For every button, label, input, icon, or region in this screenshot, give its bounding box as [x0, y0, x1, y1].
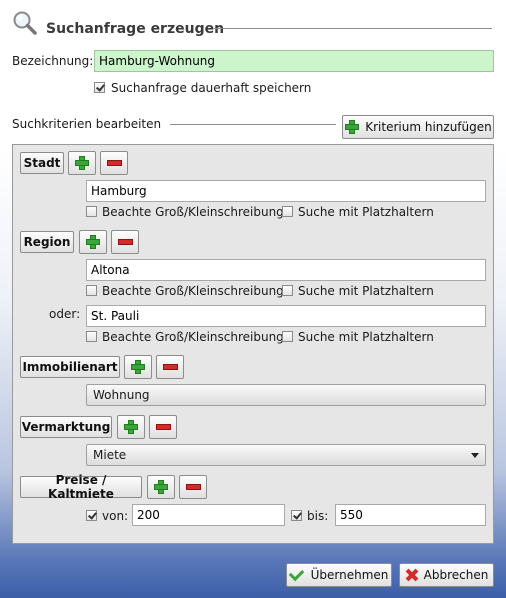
region-1-case-label: Beachte Groß/Kleinschreibung [102, 284, 284, 298]
vermarktung-remove-button[interactable] [149, 415, 177, 439]
price-from-checkbox[interactable] [86, 510, 97, 521]
region-input-1[interactable] [86, 259, 486, 281]
cancel-label: Abbrechen [423, 568, 489, 582]
stadt-input[interactable] [86, 180, 486, 202]
plus-icon [85, 234, 101, 250]
cancel-button[interactable]: Abbrechen [399, 563, 494, 587]
region-remove-button[interactable] [111, 230, 139, 254]
name-input[interactable] [94, 50, 494, 72]
plus-icon [74, 155, 90, 171]
region-input-2[interactable] [86, 305, 486, 327]
region-1-wildcard-label: Suche mit Platzhaltern [298, 284, 434, 298]
criterion-preise-button[interactable]: Preise / Kaltmiete [20, 473, 142, 501]
apply-button[interactable]: Übernehmen [286, 563, 392, 587]
criteria-section-title: Suchkriterien bearbeiten [12, 117, 162, 131]
apply-label: Übernehmen [310, 568, 389, 582]
price-from-input[interactable] [132, 504, 285, 526]
minus-icon [162, 364, 178, 370]
price-to-input[interactable] [335, 504, 486, 526]
plus-icon [130, 359, 146, 375]
plus-icon [123, 419, 139, 435]
preise-remove-button[interactable] [179, 475, 207, 499]
stadt-wildcard-label: Suche mit Platzhaltern [298, 205, 434, 219]
region-2-case-checkbox[interactable] [86, 331, 97, 342]
minus-icon [185, 484, 201, 490]
save-permanently-label: Suchanfrage dauerhaft speichern [111, 81, 312, 95]
region-1-wildcard-checkbox[interactable] [282, 285, 293, 296]
vermarktung-select[interactable]: Miete [86, 444, 486, 466]
immobilienart-select[interactable]: Wohnung [86, 384, 486, 406]
price-to-label: bis: [307, 509, 329, 523]
page-title: Suchanfrage erzeugen [46, 21, 225, 37]
region-2-wildcard-label: Suche mit Platzhaltern [298, 330, 434, 344]
criterion-stadt-button[interactable]: Stadt [20, 152, 64, 174]
close-icon [405, 568, 419, 582]
preise-add-button[interactable] [147, 475, 175, 499]
stadt-case-checkbox[interactable] [86, 206, 97, 217]
plus-icon [153, 479, 169, 495]
region-1-case-checkbox[interactable] [86, 285, 97, 296]
criterion-immobilienart-button[interactable]: Immobilienart [20, 356, 120, 378]
vermarktung-add-button[interactable] [117, 415, 145, 439]
save-permanently-checkbox[interactable] [94, 82, 105, 93]
stadt-case-label: Beachte Groß/Kleinschreibung [102, 205, 284, 219]
criterion-vermarktung-button[interactable]: Vermarktung [20, 416, 112, 438]
title-separator [214, 28, 492, 29]
immobilienart-remove-button[interactable] [156, 355, 184, 379]
criterion-region-button[interactable]: Region [20, 231, 74, 253]
price-to-checkbox[interactable] [291, 510, 302, 521]
immobilienart-add-button[interactable] [124, 355, 152, 379]
plus-icon [344, 119, 360, 135]
region-add-button[interactable] [79, 230, 107, 254]
chevron-down-icon [471, 453, 479, 458]
name-label: Bezeichnung: [12, 54, 94, 68]
search-icon [12, 10, 38, 36]
minus-icon [106, 160, 122, 166]
region-2-wildcard-checkbox[interactable] [282, 331, 293, 342]
stadt-wildcard-checkbox[interactable] [282, 206, 293, 217]
section-separator [170, 124, 336, 125]
minus-icon [155, 424, 171, 430]
add-criterion-button[interactable]: Kriterium hinzufügen [342, 115, 494, 139]
minus-icon [117, 239, 133, 245]
add-criterion-label: Kriterium hinzufügen [365, 120, 492, 134]
price-from-label: von: [102, 509, 129, 523]
check-icon [288, 565, 304, 581]
stadt-remove-button[interactable] [100, 151, 128, 175]
or-label: oder: [49, 307, 81, 321]
immobilienart-value: Wohnung [93, 388, 150, 402]
vermarktung-value: Miete [93, 448, 127, 462]
stadt-add-button[interactable] [68, 151, 96, 175]
region-2-case-label: Beachte Groß/Kleinschreibung [102, 330, 284, 344]
